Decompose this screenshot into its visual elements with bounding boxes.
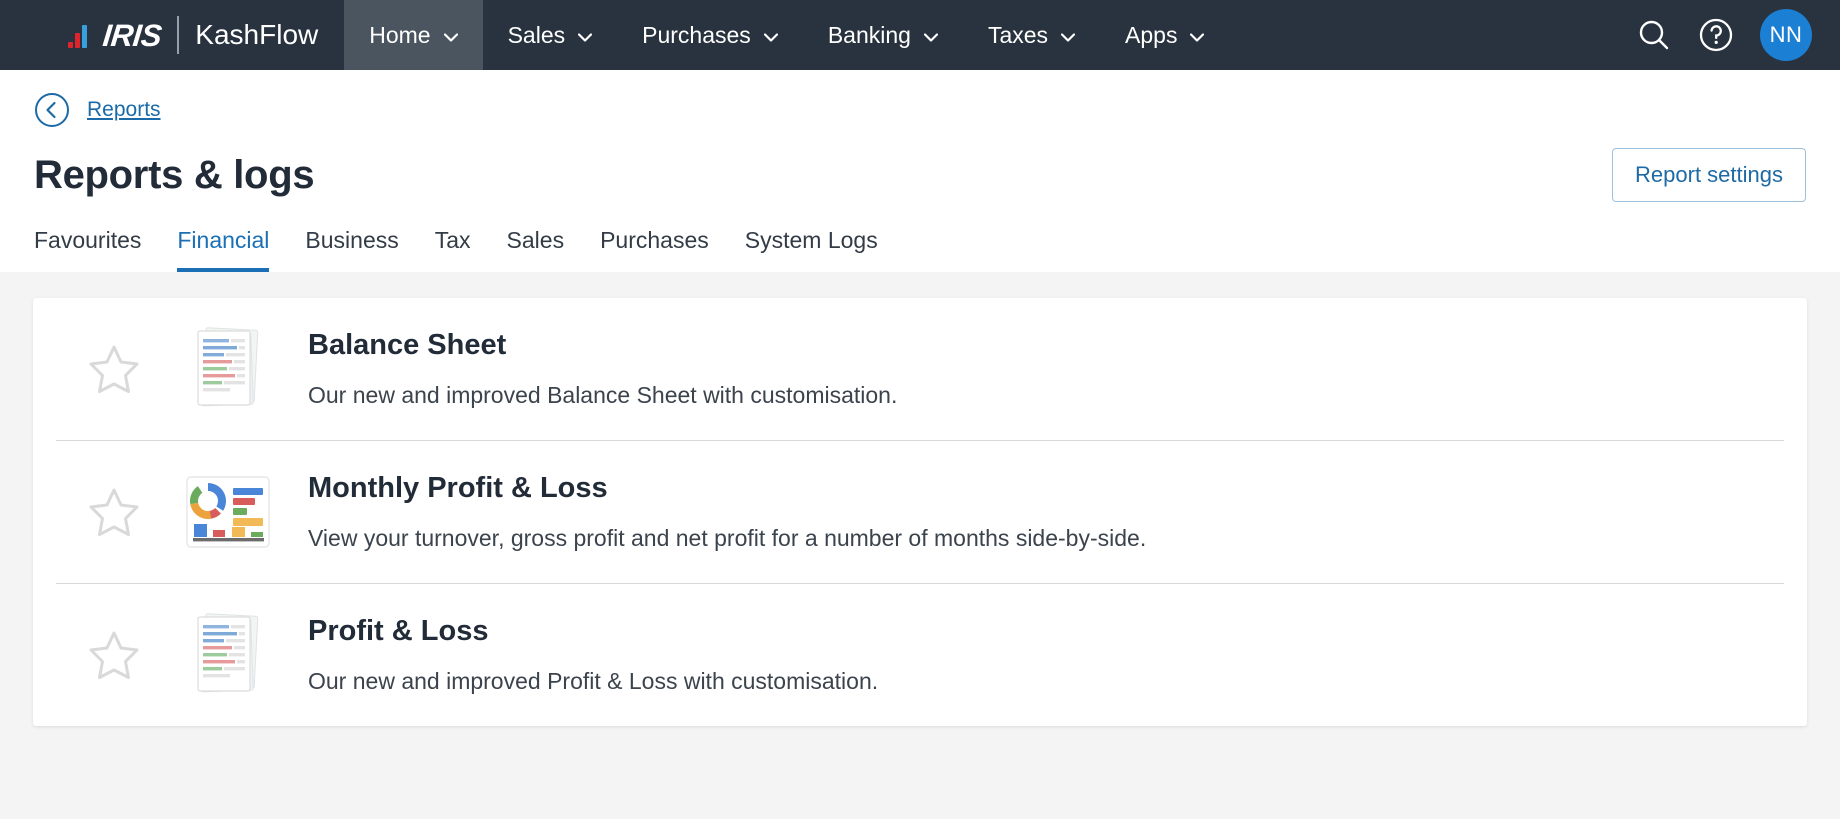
tab-system-logs[interactable]: System Logs [745, 227, 878, 272]
documents-icon [180, 607, 276, 703]
main-nav: Home Sales Purchases Banking Taxes Apps [344, 0, 1229, 70]
chevron-down-icon [1061, 32, 1076, 42]
list-item[interactable]: Balance Sheet Our new and improved Balan… [56, 298, 1784, 440]
nav-item-label: Taxes [987, 21, 1049, 48]
report-title: Monthly Profit & Loss [308, 472, 608, 504]
chevron-down-icon [763, 32, 778, 42]
chevron-down-icon [443, 32, 458, 42]
report-description: Our new and improved Balance Sheet with … [308, 382, 898, 408]
nav-item-label: Apps [1125, 21, 1178, 48]
nav-item-home[interactable]: Home [344, 0, 483, 70]
logo-kashflow-text: KashFlow [195, 19, 319, 50]
brand-logo[interactable]: IRIS KashFlow [0, 0, 344, 70]
star-outline-icon[interactable] [86, 484, 142, 540]
nav-item-label: Purchases [642, 21, 751, 48]
report-settings-button[interactable]: Report settings [1612, 148, 1806, 202]
star-outline-icon[interactable] [86, 341, 142, 397]
logo-divider [177, 16, 180, 54]
iris-bars-icon [68, 22, 87, 48]
breadcrumb: Reports [34, 70, 1806, 128]
back-circle-icon[interactable] [34, 92, 70, 128]
nav-item-label: Banking [827, 21, 911, 48]
tab-favourites[interactable]: Favourites [34, 227, 141, 272]
list-item[interactable]: Monthly Profit & Loss View your turnover… [56, 440, 1784, 583]
nav-item-label: Sales [507, 21, 566, 48]
reports-card: Balance Sheet Our new and improved Balan… [33, 298, 1807, 726]
report-category-tabs: Favourites Financial Business Tax Sales … [34, 227, 1806, 272]
tab-business[interactable]: Business [305, 227, 398, 272]
list-item[interactable]: Profit & Loss Our new and improved Profi… [56, 583, 1784, 726]
chevron-down-icon [578, 32, 593, 42]
tab-sales[interactable]: Sales [507, 227, 565, 272]
tab-financial[interactable]: Financial [177, 227, 270, 272]
page-header: Reports Reports & logs Report settings F… [0, 70, 1840, 272]
documents-icon [180, 321, 276, 417]
reports-content: Balance Sheet Our new and improved Balan… [0, 272, 1840, 726]
analytics-dashboard-icon [180, 464, 276, 560]
star-outline-icon[interactable] [86, 627, 142, 683]
chevron-down-icon [923, 32, 938, 42]
nav-item-purchases[interactable]: Purchases [617, 0, 803, 70]
avatar-initials: NN [1769, 22, 1803, 47]
nav-item-apps[interactable]: Apps [1100, 0, 1229, 70]
nav-item-taxes[interactable]: Taxes [963, 0, 1100, 70]
logo-iris-text: IRIS [101, 17, 164, 53]
help-circle-icon[interactable] [1698, 17, 1734, 53]
nav-item-label: Home [369, 21, 431, 48]
report-description: View your turnover, gross profit and net… [308, 525, 1147, 551]
avatar[interactable]: NN [1760, 9, 1812, 61]
topbar-actions: NN [1636, 0, 1840, 70]
tab-purchases[interactable]: Purchases [600, 227, 709, 272]
search-icon[interactable] [1636, 17, 1672, 53]
report-title: Profit & Loss [308, 615, 489, 647]
title-row: Reports & logs Report settings [34, 128, 1806, 202]
tab-tax[interactable]: Tax [435, 227, 471, 272]
page-title: Reports & logs [34, 152, 315, 197]
nav-item-banking[interactable]: Banking [803, 0, 963, 70]
chevron-down-icon [1190, 32, 1205, 42]
top-navigation-bar: IRIS KashFlow Home Sales Purchases Banki… [0, 0, 1840, 70]
report-title: Balance Sheet [308, 329, 507, 361]
nav-item-sales[interactable]: Sales [483, 0, 618, 70]
breadcrumb-link-reports[interactable]: Reports [87, 98, 161, 122]
report-description: Our new and improved Profit & Loss with … [308, 668, 879, 694]
